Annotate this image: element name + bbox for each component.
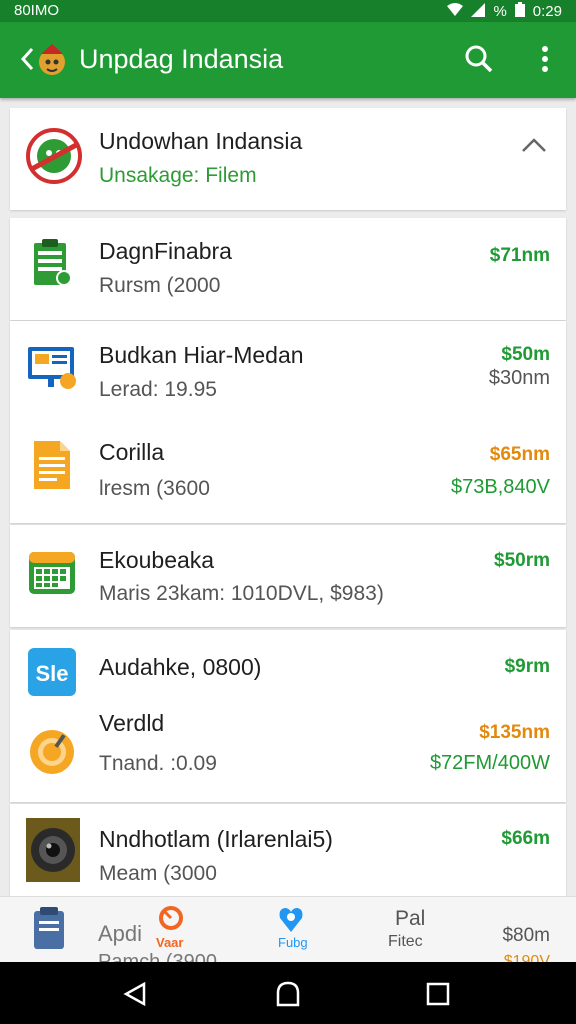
item-title: Nndhotlam (Irlarenlai5) <box>99 826 333 852</box>
coin-icon <box>26 726 78 778</box>
item-subtitle: Meam (3000 <box>99 862 217 885</box>
item-price-secondary: $73B,840V <box>451 476 550 498</box>
category-subtitle: Unsakage: Filem <box>99 164 257 187</box>
item-price: $50rm <box>494 550 550 571</box>
wifi-icon <box>447 2 464 21</box>
clipboard-icon[interactable] <box>30 907 70 956</box>
camera-lens-icon <box>26 818 80 882</box>
bottom-tab-label[interactable]: Fubg <box>278 935 308 950</box>
status-carrier: 80IMO <box>14 2 60 19</box>
category-title: Undowhan Indansia <box>99 128 303 154</box>
nav-home-icon[interactable] <box>274 979 302 1014</box>
list-card: Budkan Hiar-Medan Lerad: 19.95 $50m $30n… <box>10 321 566 523</box>
more-options-icon[interactable] <box>530 42 560 76</box>
item-price: $9rm <box>504 656 550 677</box>
bottom-item-label[interactable]: Pal <box>395 907 425 931</box>
back-arrow-icon[interactable] <box>18 44 38 74</box>
item-price: $50m <box>501 344 550 365</box>
list-card: Sle Audahke, 0800) $9rm Verdld Tnand. :0… <box>10 630 566 802</box>
list-card: Ekoubeaka Maris 23kam: 1010DVL, $983) $5… <box>10 525 566 627</box>
item-price: $65nm <box>489 444 550 465</box>
nav-recents-icon[interactable] <box>426 982 450 1011</box>
category-header-card[interactable]: Undowhan Indansia Unsakage: Filem <box>10 108 566 210</box>
spreadsheet-icon <box>26 238 78 290</box>
app-badge-icon: Sle <box>26 646 78 698</box>
item-title: Ekoubeaka <box>99 547 215 573</box>
item-subtitle: Maris 23kam: 1010DVL, $983) <box>99 582 384 605</box>
item-price-secondary: $72FM/400W <box>429 752 550 774</box>
item-title: Budkan Hiar-Medan <box>99 342 304 368</box>
app-badge-label: Sle <box>35 661 68 686</box>
app-title: Unpdag Indansia <box>79 44 284 74</box>
document-icon <box>26 439 78 491</box>
bottom-item-label[interactable]: Apdi <box>98 921 142 947</box>
item-price: $71nm <box>489 245 550 266</box>
bottom-price: $80m <box>502 925 550 946</box>
search-icon[interactable] <box>462 42 496 76</box>
signal-icon <box>471 2 486 21</box>
item-subtitle: Rursm (2000 <box>99 274 221 297</box>
chevron-up-icon[interactable] <box>520 134 548 156</box>
clock: 0:29 <box>532 3 562 20</box>
bottom-item-sub: Fitec <box>388 933 423 950</box>
item-price-secondary: $30nm <box>488 367 550 389</box>
status-bar: 80IMO % 0:29 <box>0 0 576 22</box>
bottom-toolbar: Apdi Pamch (3900 Vaar Fubg Pal Fitec $80… <box>0 896 576 973</box>
item-price: $135nm <box>479 722 550 743</box>
item-title: DagnFinabra <box>99 238 232 264</box>
battery-percent: % <box>493 3 507 20</box>
category-logo-icon <box>24 126 84 186</box>
item-price: $66m <box>501 828 550 849</box>
calendar-icon <box>26 547 78 599</box>
item-title: Audahke, 0800) <box>99 654 262 680</box>
app-bar: Unpdag Indansia <box>0 22 576 98</box>
bottom-tab-label[interactable]: Vaar <box>156 935 183 950</box>
item-subtitle: lresm (3600 <box>99 477 210 500</box>
battery-icon <box>514 2 525 21</box>
system-nav-bar <box>0 962 576 1024</box>
presentation-icon <box>26 341 78 393</box>
list-card: Nndhotlam (Irlarenlai5) Meam (3000 $66m <box>10 804 566 896</box>
item-title: Verdld <box>99 710 165 736</box>
item-subtitle: Tnand. :0.09 <box>99 752 217 775</box>
list-card: DagnFinabra Rursm (2000 $71nm <box>10 218 566 320</box>
item-title: Corilla <box>99 439 165 465</box>
app-logo-icon <box>36 42 68 78</box>
nav-back-icon[interactable] <box>122 980 150 1013</box>
item-subtitle: Lerad: 19.95 <box>99 378 217 401</box>
